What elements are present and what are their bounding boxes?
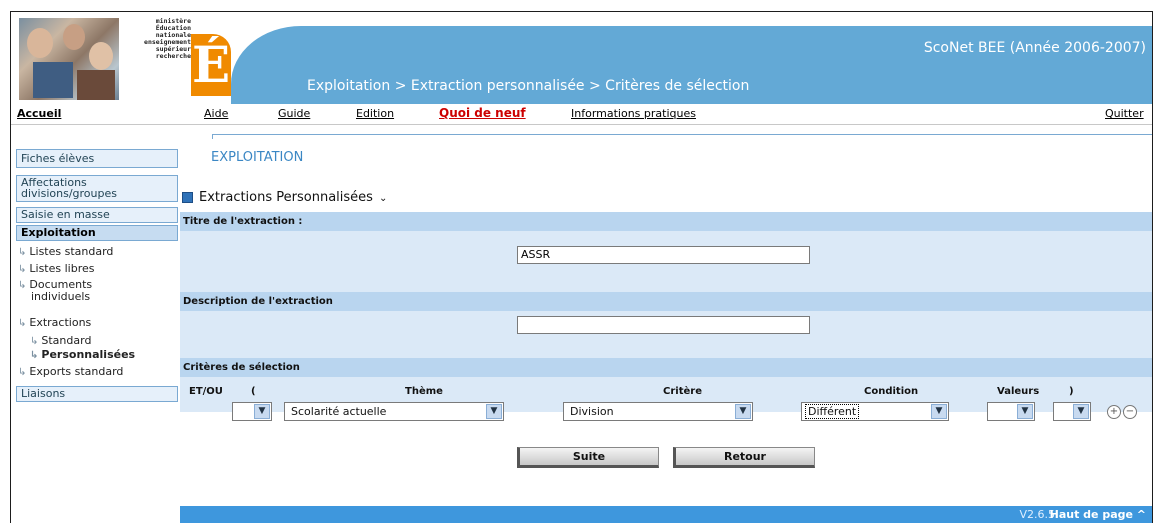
critere-select[interactable]: Division ▼ bbox=[563, 402, 753, 421]
chevron-down-icon: ▼ bbox=[931, 404, 947, 419]
extractions-heading[interactable]: Extractions Personnalisées ⌄ bbox=[182, 190, 387, 205]
sidebar-item-exports-standard[interactable]: ↳ Exports standard bbox=[18, 365, 123, 378]
chevron-down-icon: ▼ bbox=[486, 404, 502, 419]
description-label: Description de l'extraction bbox=[180, 292, 1152, 311]
theme-select[interactable]: Scolarité actuelle ▼ bbox=[284, 402, 504, 421]
col-theme: Thème bbox=[405, 386, 443, 397]
remove-criteria-icon[interactable]: − bbox=[1123, 405, 1137, 419]
col-close-paren: ) bbox=[1069, 386, 1074, 397]
sidebar-item-personnalisees[interactable]: ↳ Personnalisées bbox=[30, 348, 135, 361]
haut-de-page-link[interactable]: Haut de page ^ bbox=[1050, 508, 1146, 521]
col-open-paren: ( bbox=[251, 386, 256, 397]
condition-select[interactable]: Différent ▼ bbox=[801, 402, 949, 421]
ministry-logo: É bbox=[191, 34, 231, 96]
sidebar-item-saisie-en-masse[interactable]: Saisie en masse bbox=[16, 207, 178, 223]
retour-button[interactable]: Retour bbox=[673, 447, 815, 468]
nav-informations-pratiques[interactable]: Informations pratiques bbox=[571, 107, 696, 120]
valeurs-select[interactable]: ▼ bbox=[987, 402, 1035, 421]
nav-aide[interactable]: Aide bbox=[204, 107, 228, 120]
nav-accueil[interactable]: Accueil bbox=[17, 107, 61, 120]
content-top-border bbox=[180, 130, 1152, 141]
section-square-icon bbox=[182, 192, 193, 203]
arrow-icon: ↳ bbox=[30, 336, 39, 347]
header: ministère Éducation nationale enseigneme… bbox=[11, 12, 1152, 104]
chevron-down-icon: ▼ bbox=[735, 404, 751, 419]
sidebar-item-listes-libres[interactable]: ↳ Listes libres bbox=[18, 262, 95, 275]
arrow-icon: ↳ bbox=[18, 367, 27, 378]
col-valeurs: Valeurs bbox=[997, 386, 1040, 397]
main-content: EXPLOITATION Extractions Personnalisées ⌄… bbox=[180, 142, 1152, 523]
sidebar-item-documents-individuels[interactable]: ↳ Documents individuels bbox=[18, 279, 92, 302]
arrow-icon: ↳ bbox=[18, 264, 27, 275]
arrow-icon: ↳ bbox=[30, 350, 39, 361]
open-paren-select[interactable]: ▼ bbox=[232, 402, 272, 421]
chevron-down-icon: ⌄ bbox=[378, 193, 388, 204]
titre-label: Titre de l'extraction : bbox=[180, 212, 1152, 231]
extraction-form: Titre de l'extraction : ASSR Description… bbox=[180, 212, 1152, 421]
nav-quitter[interactable]: Quitter bbox=[1105, 107, 1144, 120]
app-window: ministère Éducation nationale enseigneme… bbox=[10, 11, 1153, 523]
col-critere: Critère bbox=[663, 386, 702, 397]
criteres-label: Critères de sélection bbox=[180, 358, 1152, 377]
sidebar-item-affectations[interactable]: Affectations divisions/groupes bbox=[16, 175, 178, 202]
col-condition: Condition bbox=[864, 386, 919, 397]
section-title: EXPLOITATION bbox=[211, 150, 304, 165]
arrow-icon: ↳ bbox=[18, 318, 27, 329]
header-photo bbox=[19, 18, 119, 100]
col-et-ou: ET/OU bbox=[189, 386, 223, 397]
nav-edition[interactable]: Edition bbox=[356, 107, 394, 120]
footer-bar: V2.6.5 Haut de page ^ bbox=[180, 506, 1152, 523]
chevron-down-icon: ▼ bbox=[254, 404, 270, 419]
add-criteria-icon[interactable]: + bbox=[1107, 405, 1121, 419]
nav-guide[interactable]: Guide bbox=[278, 107, 310, 120]
chevron-down-icon: ▼ bbox=[1017, 404, 1033, 419]
sidebar-item-exploitation[interactable]: Exploitation bbox=[16, 225, 178, 241]
arrow-icon: ↳ bbox=[18, 247, 27, 258]
sidebar-item-extractions[interactable]: ↳ Extractions bbox=[18, 316, 91, 329]
close-paren-select[interactable]: ▼ bbox=[1053, 402, 1091, 421]
sidebar-item-liaisons[interactable]: Liaisons bbox=[16, 386, 178, 402]
nav-quoi-de-neuf[interactable]: Quoi de neuf bbox=[439, 106, 526, 120]
app-title: ScoNet BEE (Année 2006-2007) bbox=[923, 40, 1146, 56]
breadcrumb: Exploitation > Extraction personnalisée … bbox=[307, 78, 750, 94]
ministry-name: ministère Éducation nationale enseigneme… bbox=[144, 17, 191, 60]
chevron-down-icon: ▼ bbox=[1073, 404, 1089, 419]
top-nav: Accueil Aide Guide Edition Quoi de neuf … bbox=[11, 104, 1152, 125]
sidebar-item-standard[interactable]: ↳ Standard bbox=[30, 334, 91, 347]
sidebar-item-listes-standard[interactable]: ↳ Listes standard bbox=[18, 245, 113, 258]
description-input[interactable] bbox=[517, 316, 810, 334]
sidebar-item-fiches-eleves[interactable]: Fiches élèves bbox=[16, 149, 178, 168]
suite-button[interactable]: Suite bbox=[517, 447, 659, 468]
titre-input[interactable]: ASSR bbox=[517, 246, 810, 264]
header-banner: ScoNet BEE (Année 2006-2007) Exploitatio… bbox=[231, 26, 1152, 104]
